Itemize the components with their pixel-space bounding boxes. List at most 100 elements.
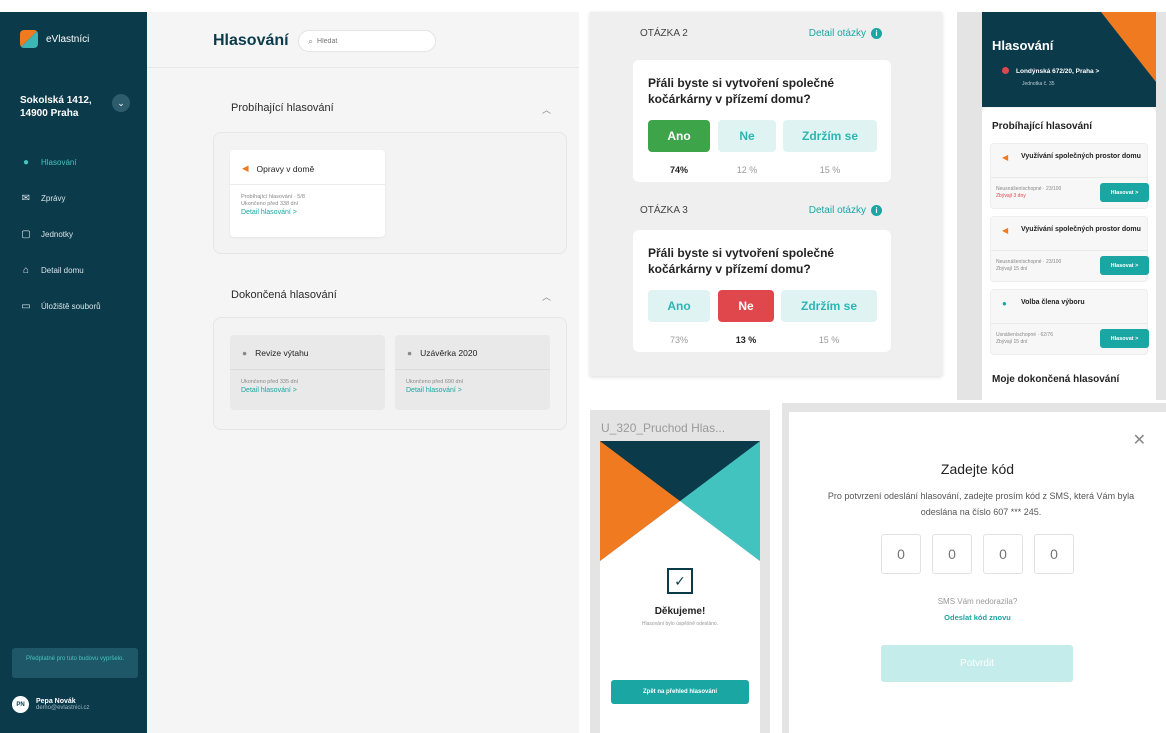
question-text: Přáli byste si vytvoření společné kočárk… <box>648 246 835 276</box>
mobile-ongoing-title: Probíhající hlasování <box>992 121 1093 132</box>
voting-detail-link[interactable]: Detail hlasování > <box>406 387 462 394</box>
question-card: Přáli byste si vytvoření společné kočárk… <box>633 60 891 182</box>
option-abstain-button[interactable]: Zdržím se <box>781 290 877 322</box>
option-yes-button[interactable]: Ano <box>648 290 710 322</box>
voting-card[interactable]: ◀ Opravy v domě Probíhající hlasování · … <box>230 150 385 237</box>
info-icon: i <box>871 205 882 216</box>
voting-card-meta: Ukončeno před 690 dní <box>406 379 464 385</box>
option-no-button[interactable]: Ne <box>718 120 776 152</box>
avatar: PN <box>12 696 29 713</box>
mobile-card-title: Využívání společných prostor domu <box>1021 153 1141 160</box>
user-profile[interactable]: PN Pepa Novák demo@evlastnici.cz <box>12 696 89 713</box>
mobile-card-title: Volba člena výboru <box>1021 299 1085 306</box>
mail-icon: ✉ <box>21 192 31 204</box>
check-circle-icon: ● <box>22 156 30 168</box>
sidebar-nav: ● Hlasování ✉ Zprávy ▢ Jednotky ⌂ Detail… <box>20 144 140 324</box>
info-icon: i <box>871 28 882 39</box>
questions-panel: OTÁZKA 2 Detail otázky i Přáli byste si … <box>590 12 942 376</box>
megaphone-icon: ◀ <box>242 163 249 173</box>
sidebar-item-label: Úložiště souborů <box>41 301 101 311</box>
mobile-finished-title: Moje dokončená hlasování <box>992 374 1120 385</box>
voting-card-title: Opravy v domě <box>256 163 315 174</box>
mobile-address[interactable]: Londýnská 672/20, Praha > <box>1016 68 1099 75</box>
building-switch-button[interactable]: ⌄ <box>112 94 130 112</box>
question-card: Přáli byste si vytvoření společné kočárk… <box>633 230 891 352</box>
vote-button[interactable]: Hlasovat > <box>1100 329 1149 348</box>
voting-card-meta: Probíhající hlasování · 5/8 <box>241 194 305 200</box>
code-digit-input[interactable] <box>932 534 972 574</box>
mobile-voting-card[interactable]: ◀ Využívání společných prostor domu Neus… <box>990 143 1149 209</box>
mobile-card-meta: Neusnášeníschopné · 23/100 <box>996 186 1062 192</box>
resend-code-link[interactable]: Odeslat kód znovu <box>789 613 1166 622</box>
option-abstain-button[interactable]: Zdržím se <box>783 120 877 152</box>
logo-icon <box>20 30 38 48</box>
sidebar-item-file-storage[interactable]: ▭ Úložiště souborů <box>20 288 140 324</box>
sidebar-item-label: Zprávy <box>41 193 66 203</box>
mobile-card-remaining: Zbývají 3 dny <box>996 193 1026 199</box>
option-percentage: 13 % <box>735 335 757 345</box>
option-percentage: 74% <box>669 165 688 175</box>
finished-voting-card[interactable]: ● Revize výtahu Ukončeno před 335 dní De… <box>230 335 385 410</box>
option-yes-button[interactable]: Ano <box>648 120 710 152</box>
question-detail-link[interactable]: Detail otázky i <box>809 205 882 216</box>
chevron-up-icon[interactable]: ︿ <box>542 290 551 303</box>
subscription-expired-banner[interactable]: Předplatné pro tuto budovu vypršelo. <box>12 648 138 678</box>
modal-description: Pro potvrzení odeslání hlasování, zadejt… <box>827 491 1135 517</box>
voting-card-title: Uzávěrka 2020 <box>420 348 478 358</box>
page-title: Hlasování <box>213 32 289 49</box>
sidebar-item-units[interactable]: ▢ Jednotky <box>20 216 140 252</box>
main-panel: Hlasování ⌕ Probíhající hlasování ︿ ◀ Op… <box>147 12 579 733</box>
home-icon: ⌂ <box>22 264 30 276</box>
vote-button[interactable]: Hlasovat > <box>1100 183 1149 202</box>
sidebar-item-voting[interactable]: ● Hlasování <box>20 144 140 180</box>
user-name: Pepa Novák <box>36 698 76 705</box>
chevron-up-icon[interactable]: ︿ <box>542 103 551 116</box>
confirm-button[interactable]: Potvrdit <box>881 645 1073 682</box>
question-label: OTÁZKA 2 <box>640 28 688 39</box>
sidebar-item-label: Detail domu <box>41 265 84 275</box>
mobile-voting-card[interactable]: ● Volba člena výboru Usnášeníschopné · 6… <box>990 289 1149 355</box>
code-digit-input[interactable] <box>1034 534 1074 574</box>
finished-section: ● Revize výtahu Ukončeno před 335 dní De… <box>213 317 567 430</box>
finished-voting-card[interactable]: ● Uzávěrka 2020 Ukončeno před 690 dní De… <box>395 335 550 410</box>
voting-card-meta: Ukončeno před 335 dní <box>241 379 299 385</box>
mobile-title: Hlasování <box>992 38 1054 53</box>
ongoing-section-title: Probíhající hlasování <box>231 102 334 114</box>
question-detail-link[interactable]: Detail otázky i <box>809 28 882 39</box>
sidebar-item-messages[interactable]: ✉ Zprávy <box>20 180 140 216</box>
mobile-voting-card[interactable]: ◀ Využívání společných prostor domu Neus… <box>990 216 1149 282</box>
thank-you-title: Děkujeme! <box>654 606 706 617</box>
voting-card-title: Revize výtahu <box>255 348 309 358</box>
sidebar-item-label: Hlasování <box>41 157 77 167</box>
thank-you-screen: U_320_Pruchod Hlas... ✓ Děkujeme! Hlasov… <box>590 410 770 733</box>
search-icon: ⌕ <box>308 35 314 46</box>
folder-icon: ▭ <box>21 300 31 312</box>
search-box[interactable]: ⌕ <box>298 30 436 52</box>
option-no-button[interactable]: Ne <box>718 290 774 322</box>
building-name: Sokolská 1412, 14900 Praha <box>20 95 92 119</box>
voting-card-meta: Ukončeno před 338 dní <box>241 201 299 207</box>
close-icon[interactable]: ✕ <box>1133 430 1146 450</box>
sms-code-modal: ✕ Zadejte kód Pro potvrzení odeslání hla… <box>789 412 1166 733</box>
sidebar-item-house-detail[interactable]: ⌂ Detail domu <box>20 252 140 288</box>
logo[interactable]: eVlastníci <box>20 30 89 48</box>
vote-button[interactable]: Hlasovat > <box>1100 256 1149 275</box>
check-circle-icon: ● <box>242 348 248 358</box>
user-email: demo@evlastnici.cz <box>36 705 90 711</box>
code-digit-input[interactable] <box>881 534 921 574</box>
voting-detail-link[interactable]: Detail hlasování > <box>241 209 297 216</box>
frame-label: U_320_Pruchod Hlas... <box>601 421 726 435</box>
option-percentage: 73% <box>669 335 688 345</box>
thank-you-subtitle: Hlasování bylo úspěšně odesláno. <box>641 621 719 627</box>
code-digit-input[interactable] <box>983 534 1023 574</box>
building-icon: ▢ <box>21 228 31 240</box>
voting-detail-link[interactable]: Detail hlasování > <box>241 387 297 394</box>
finished-section-title: Dokončená hlasování <box>231 289 337 301</box>
back-to-overview-button[interactable]: Zpět na přehled hlasování <box>611 680 749 704</box>
megaphone-icon: ◀ <box>1002 153 1009 162</box>
decorative-illustration <box>600 441 760 561</box>
search-input[interactable] <box>317 37 418 45</box>
mobile-unit: Jednotka č. 35 <box>1022 81 1055 87</box>
mobile-card-remaining: Zbývají 15 dní <box>996 339 1028 345</box>
sidebar-item-label: Jednotky <box>41 229 74 239</box>
